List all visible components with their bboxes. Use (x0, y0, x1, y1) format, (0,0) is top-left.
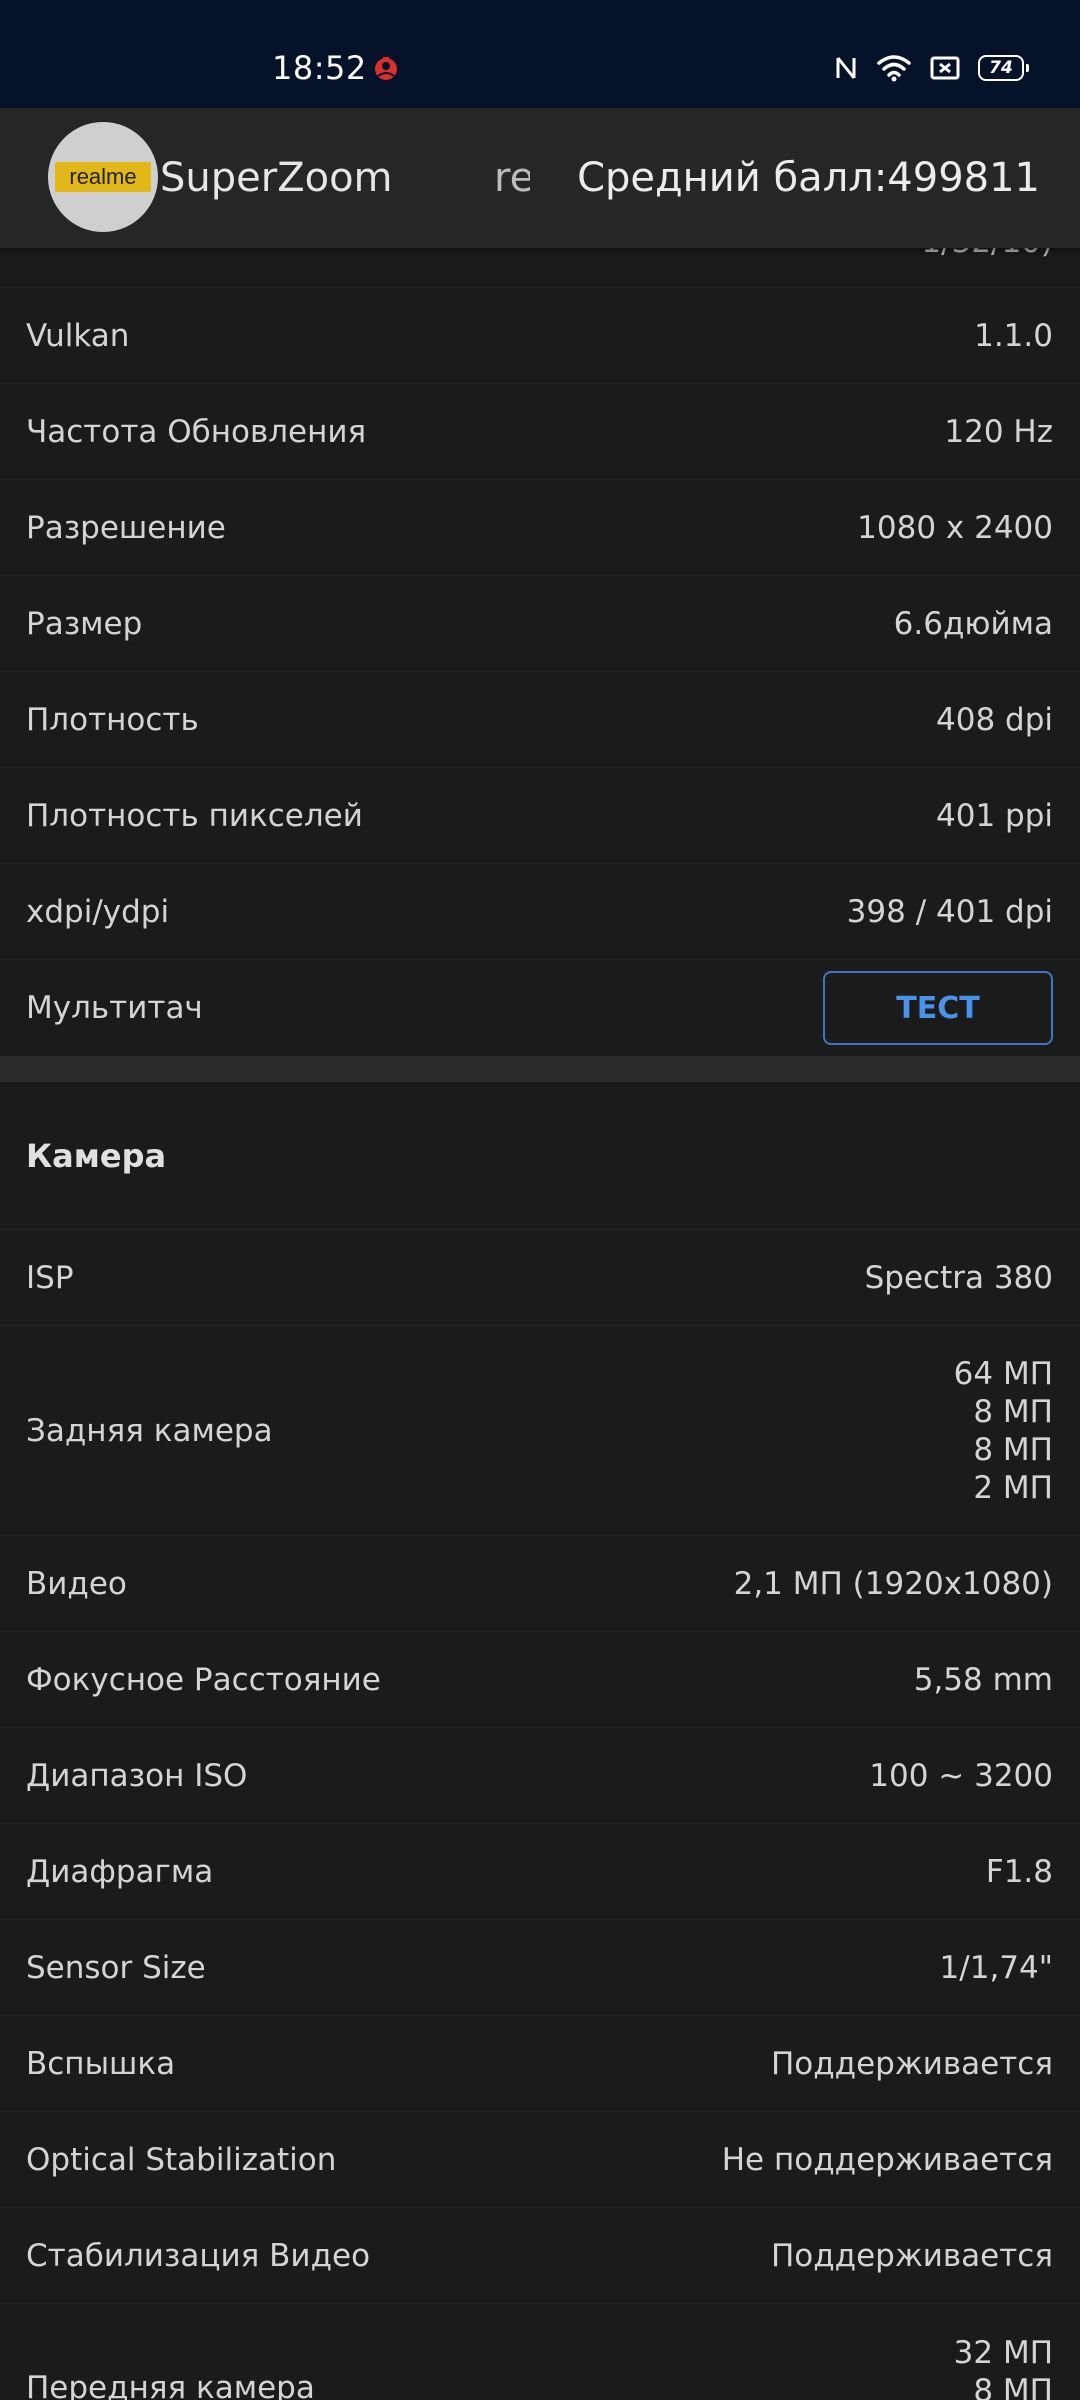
list-item-multitouch: Мультитач ТЕСТ (0, 960, 1080, 1056)
row-label: Optical Stabilization (26, 2141, 337, 2178)
rear-camera-value: 2 МП (973, 1469, 1053, 1506)
front-camera-value: 8 МП (973, 2373, 1053, 2400)
row-label: Фокусное Расстояние (26, 1661, 381, 1698)
list-item-resolution: Разрешение 1080 x 2400 (0, 480, 1080, 576)
list-item-optical-stabilization: Optical Stabilization Не поддерживается (0, 2112, 1080, 2208)
row-value: 398 / 401 dpi (846, 893, 1053, 930)
list-item-iso-range: Диапазон ISO 100 ~ 3200 (0, 1728, 1080, 1824)
multitouch-test-button[interactable]: ТЕСТ (823, 971, 1053, 1045)
list-item-isp: ISP Spectra 380 (0, 1230, 1080, 1326)
list-item-sensor-size: Sensor Size 1/1,74" (0, 1920, 1080, 2016)
row-value: 100 ~ 3200 (869, 1757, 1053, 1794)
section-title: Камера (26, 1136, 167, 1175)
row-label: Размер (26, 605, 143, 642)
row-label: Vulkan (26, 317, 130, 354)
row-label: xdpi/ydpi (26, 893, 170, 930)
status-bar: 18:52 74 (0, 0, 1080, 108)
wifi-icon (877, 55, 911, 82)
list-item-rear-camera: Задняя камера 64 МП 8 МП 8 МП 2 МП (0, 1326, 1080, 1536)
row-label: Передняя камера (26, 2370, 315, 2400)
battery-icon: 74 (978, 55, 1029, 81)
row-value: 1/32/10) (921, 248, 1053, 261)
rear-camera-value: 8 МП (973, 1393, 1053, 1430)
row-label: Вспышка (26, 2045, 176, 2082)
row-value: 408 dpi (936, 701, 1053, 738)
row-value: 5,58 mm (913, 1661, 1053, 1698)
rear-camera-value: 64 МП (953, 1355, 1053, 1392)
row-value: 2,1 МП (1920x1080) (733, 1565, 1053, 1602)
brand-logo-text: realme (69, 164, 137, 189)
row-label: Задняя камера (26, 1412, 273, 1449)
list-item-refresh-rate: Частота Обновления 120 Hz (0, 384, 1080, 480)
brand-logo[interactable]: realme (48, 122, 158, 232)
row-label: ISP (26, 1259, 74, 1296)
list-item-video-stabilization: Стабилизация Видео Поддерживается (0, 2208, 1080, 2304)
section-divider (0, 1056, 1080, 1082)
notification-app-icon (375, 57, 397, 80)
list-item-flash: Вспышка Поддерживается (0, 2016, 1080, 2112)
list-item-focal-length: Фокусное Расстояние 5,58 mm (0, 1632, 1080, 1728)
spec-list[interactable]: 1/32/10) Vulkan 1.1.0 Частота Обновления… (0, 248, 1080, 2400)
header-tab-brand[interactable]: re (494, 152, 530, 204)
list-item-aperture: Диафрагма F1.8 (0, 1824, 1080, 1920)
row-value: 1/1,74" (939, 1949, 1053, 1986)
row-value: 1080 x 2400 (857, 509, 1053, 546)
row-value: 120 Hz (944, 413, 1053, 450)
row-label: Sensor Size (26, 1949, 206, 1986)
brand-logo-plate: realme (55, 162, 151, 192)
row-value: Не поддерживается (721, 2141, 1053, 2178)
camera-section-header: Камера (0, 1082, 1080, 1230)
list-item-vulkan: Vulkan 1.1.0 (0, 288, 1080, 384)
front-camera-value: 32 МП (953, 2335, 1053, 2371)
row-value: Spectra 380 (864, 1259, 1053, 1296)
header-tab-superzoom[interactable]: SuperZoom (160, 152, 393, 204)
list-item-partial: 1/32/10) (0, 248, 1080, 288)
rear-camera-values: 64 МП 8 МП 8 МП 2 МП (954, 1355, 1053, 1507)
row-label: Частота Обновления (26, 413, 367, 450)
nfc-icon (836, 57, 856, 79)
row-value: F1.8 (985, 1853, 1053, 1890)
row-value: Поддерживается (770, 2045, 1053, 2082)
list-item-video: Видео 2,1 МП (1920x1080) (0, 1536, 1080, 1632)
row-label: Разрешение (26, 509, 226, 546)
row-value: 401 ppi (936, 797, 1053, 834)
app-header: realme SuperZoom re Средний балл:499811 (0, 108, 1080, 248)
list-item-pixel-density: Плотность пикселей 401 ppi (0, 768, 1080, 864)
status-time: 18:52 (272, 49, 367, 87)
list-item-density: Плотность 408 dpi (0, 672, 1080, 768)
list-item-size: Размер 6.6дюйма (0, 576, 1080, 672)
screen: 18:52 74 realme SuperZoom re Средний бал… (0, 0, 1080, 2400)
battery-level: 74 (989, 58, 1013, 78)
front-camera-values: 32 МП 8 МП (954, 2334, 1053, 2400)
list-item-xdpi-ydpi: xdpi/ydpi 398 / 401 dpi (0, 864, 1080, 960)
status-icons: 74 (834, 48, 1029, 88)
row-label: Плотность (26, 701, 199, 738)
row-value: 6.6дюйма (893, 605, 1053, 642)
row-label: Диапазон ISO (26, 1757, 248, 1794)
row-label: Плотность пикселей (26, 797, 363, 834)
row-label: Диафрагма (26, 1853, 214, 1890)
rear-camera-value: 8 МП (973, 1431, 1053, 1468)
screen-cast-icon (930, 56, 960, 80)
row-value: Поддерживается (770, 2237, 1053, 2274)
row-value: 1.1.0 (974, 317, 1053, 354)
list-item-front-camera: Передняя камера 32 МП 8 МП (0, 2304, 1080, 2400)
row-label: Видео (26, 1565, 127, 1602)
row-label: Мультитач (26, 990, 203, 1026)
row-label: Стабилизация Видео (26, 2237, 371, 2274)
average-score: Средний балл:499811 (577, 155, 1040, 201)
